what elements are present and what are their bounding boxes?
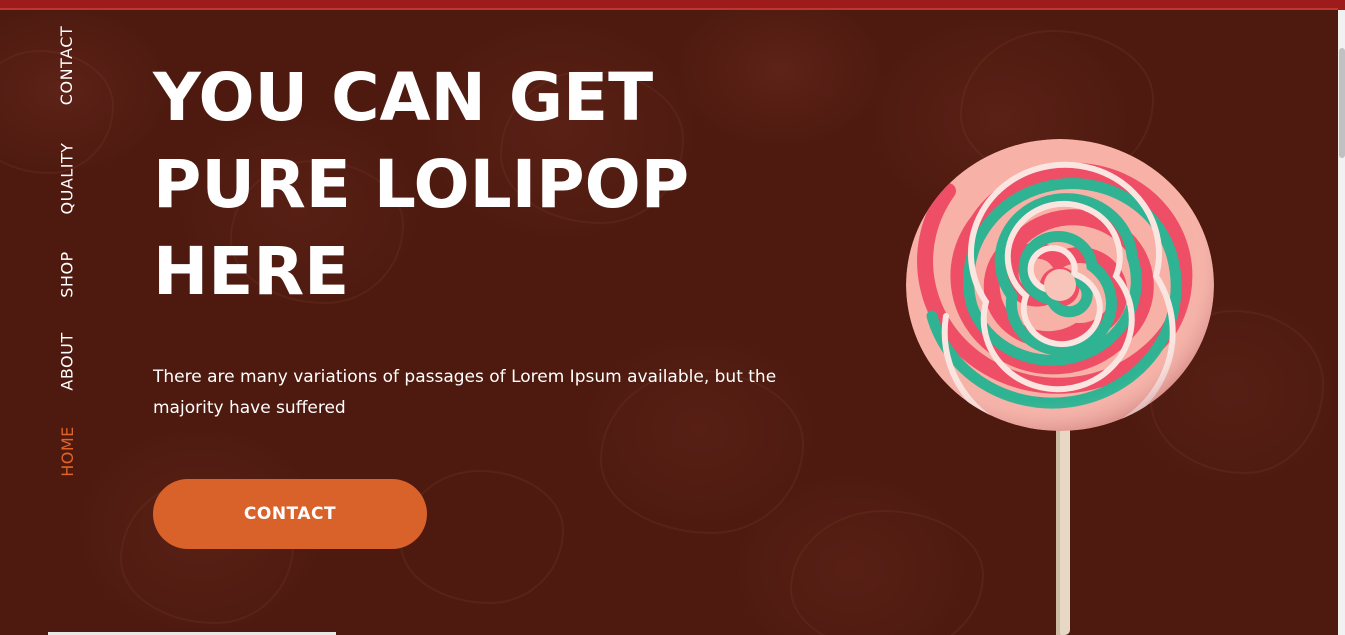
- nav-item-label: CONTACT: [57, 25, 77, 105]
- nav-item-quality[interactable]: QUALITY: [50, 138, 84, 218]
- scrollbar-thumb[interactable]: [1339, 48, 1345, 158]
- page-scrollbar[interactable]: [1338, 10, 1345, 635]
- hero-subtext: There are many variations of passages of…: [153, 367, 777, 418]
- lollipop-image: [906, 139, 1214, 635]
- stick-shade: [1056, 408, 1060, 635]
- candy-center: [1044, 269, 1076, 301]
- headline-line: YOU CAN GET: [153, 59, 654, 136]
- hero-section: CONTACT QUALITY SHOP ABOUT HOME YOU CAN …: [0, 10, 1338, 635]
- hero-headline: YOU CAN GET PURE LOLIPOP HERE: [153, 54, 793, 315]
- nav-item-home[interactable]: HOME: [50, 422, 84, 480]
- headline-line: PURE LOLIPOP: [153, 146, 690, 223]
- background-texture: [400, 470, 564, 604]
- vertical-nav: CONTACT QUALITY SHOP ABOUT HOME: [50, 20, 84, 500]
- nav-item-label: QUALITY: [57, 142, 77, 214]
- nav-item-label: SHOP: [57, 250, 77, 298]
- nav-item-about[interactable]: ABOUT: [50, 328, 84, 394]
- nav-item-label: ABOUT: [57, 331, 77, 391]
- headline-line: HERE: [153, 233, 350, 310]
- nav-item-label: HOME: [57, 425, 77, 477]
- nav-item-shop[interactable]: SHOP: [50, 248, 84, 300]
- contact-button[interactable]: CONTACT: [153, 479, 427, 549]
- nav-item-contact[interactable]: CONTACT: [50, 20, 84, 110]
- browser-top-strip: [0, 0, 1345, 10]
